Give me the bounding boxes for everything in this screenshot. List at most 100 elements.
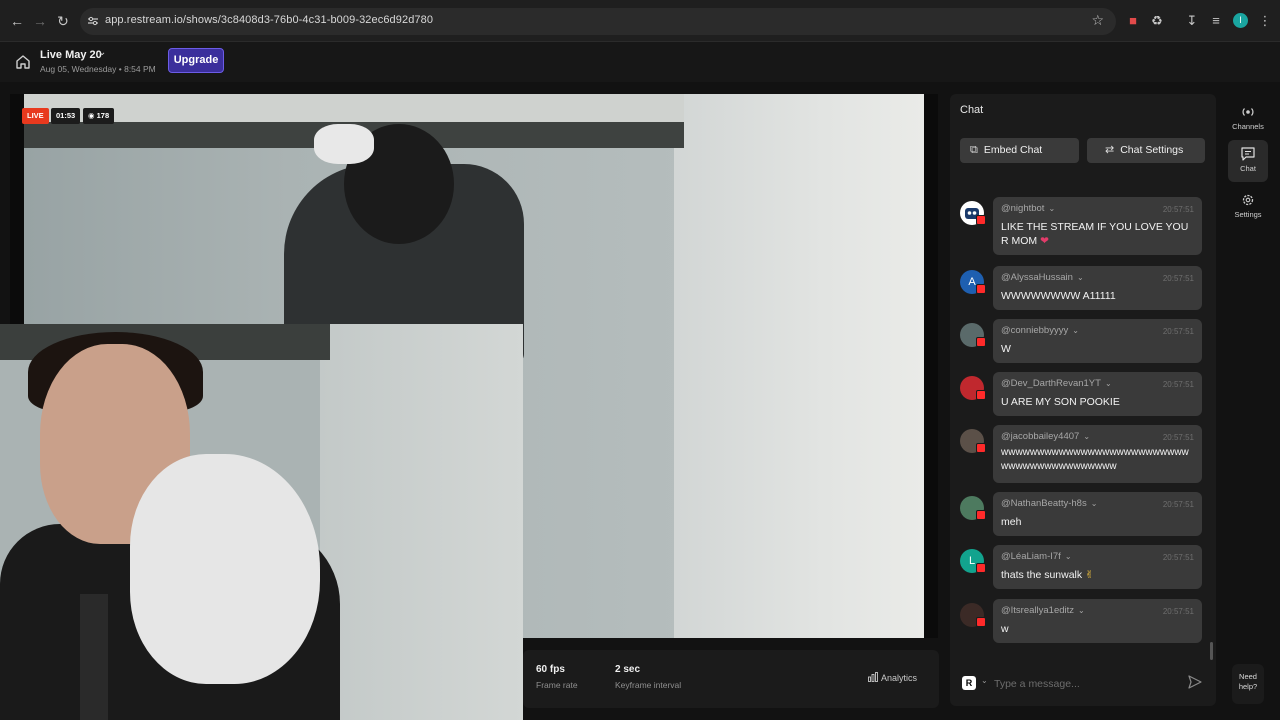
analytics-button[interactable]: Analytics — [868, 672, 917, 683]
rail-chat-label: Chat — [1240, 164, 1256, 173]
broadcast-icon — [1242, 108, 1254, 116]
message-text: LIKE THE STREAM IF YOU LOVE YOUR MOM ❤ — [1001, 221, 1189, 247]
chat-input-bar: R ⌄ — [950, 664, 1216, 706]
chat-message: @NathanBeatty-h8s ⌄ 20:57:51 meh — [958, 492, 1204, 536]
chat-title: Chat — [960, 104, 984, 116]
chevron-down-icon[interactable]: ⌄ — [98, 47, 106, 58]
message-time: 20:57:51 — [1162, 553, 1194, 562]
rail-channels-label: Channels — [1232, 122, 1264, 131]
chat-message: L @LéaLiam-I7f ⌄ 20:57:51 thats the sunwa… — [958, 545, 1204, 589]
right-rail: Channels Chat Settings — [1228, 94, 1268, 294]
chevron-down-icon[interactable]: ⌄ — [1072, 326, 1079, 335]
chat-icon — [1241, 147, 1255, 161]
message-bubble: @Itsreallya1editz ⌄ 20:57:51 w — [993, 599, 1202, 643]
message-text: U ARE MY SON POOKIE — [1001, 396, 1120, 408]
forward-arrow-icon[interactable]: → — [31, 12, 49, 30]
chat-message: A @AlyssaHussain ⌄ 20:57:51 WWWWWWWW A111… — [958, 266, 1204, 310]
elapsed-time-badge: 01:53 — [51, 108, 81, 124]
youtube-icon — [976, 563, 986, 573]
show-date: Aug 05, Wednesday • 8:54 PM — [40, 64, 156, 74]
restream-logo-icon[interactable]: R — [962, 676, 976, 690]
live-badge: LIVE — [22, 108, 49, 124]
chat-message: @Dev_DarthRevan1YT ⌄ 20:57:51 U ARE MY SO… — [958, 372, 1204, 416]
back-arrow-icon[interactable]: ← — [8, 12, 26, 30]
chevron-down-icon[interactable]: ⌄ — [1077, 273, 1084, 282]
chat-message-list[interactable]: @nightbot ⌄ 20:57:51 LIKE THE STREAM IF Y… — [950, 194, 1216, 654]
reload-icon[interactable]: ↻ — [54, 12, 72, 30]
home-icon[interactable] — [14, 53, 32, 71]
message-bubble: @AlyssaHussain ⌄ 20:57:51 WWWWWWWW A11111 — [993, 266, 1202, 310]
frame-rate-label: Frame rate — [536, 680, 578, 690]
viewer-count-badge: ◉ 178 — [83, 108, 115, 124]
need-help-button[interactable]: Need help? — [1232, 664, 1264, 704]
rail-channels[interactable]: Channels — [1228, 98, 1268, 140]
extension-icon[interactable]: ■ — [1124, 12, 1142, 30]
send-icon[interactable] — [1188, 675, 1202, 689]
browser-toolbar: ← → ↻ app.restream.io/shows/3c8408d3-76b… — [0, 0, 1280, 42]
profile-avatar[interactable]: I — [1233, 13, 1248, 28]
chevron-down-icon[interactable]: ⌄ — [1065, 552, 1072, 561]
message-text: w — [1001, 623, 1009, 635]
youtube-icon — [976, 284, 986, 294]
bar-chart-icon — [868, 672, 878, 682]
message-time: 20:57:51 — [1162, 500, 1194, 509]
url-text[interactable]: app.restream.io/shows/3c8408d3-76b0-4c31… — [105, 14, 433, 26]
site-settings-icon[interactable] — [87, 15, 99, 27]
chevron-down-icon[interactable]: ⌄ — [981, 676, 988, 685]
message-text: W — [1001, 343, 1011, 355]
address-bar[interactable]: app.restream.io/shows/3c8408d3-76b0-4c31… — [80, 8, 1116, 35]
video-wall-right — [674, 94, 924, 638]
download-icon[interactable]: ↧ — [1183, 12, 1201, 30]
rail-settings[interactable]: Settings — [1228, 186, 1268, 228]
app-root: ← → ↻ app.restream.io/shows/3c8408d3-76b… — [0, 0, 1280, 720]
chevron-down-icon[interactable]: ⌄ — [1078, 606, 1085, 615]
peace-hand-emoji-icon: ✌ — [1085, 569, 1094, 581]
message-text: thats the sunwalk ✌ — [1001, 569, 1094, 581]
message-text: meh — [1001, 516, 1022, 528]
chat-message: @jacobbailey4407 ⌄ 20:57:51 wwwwwwwwwwwww… — [958, 425, 1204, 483]
chat-settings-label: Chat Settings — [1120, 144, 1184, 156]
embed-chat-label: Embed Chat — [983, 144, 1043, 156]
webcam-person-tie — [80, 594, 108, 720]
chat-settings-button[interactable]: ⇄ Chat Settings — [1087, 138, 1205, 163]
browser-menu-icon[interactable]: ⋮ — [1256, 12, 1274, 30]
youtube-icon — [976, 510, 986, 520]
chevron-down-icon[interactable]: ⌄ — [1083, 432, 1090, 441]
webcam-wall — [320, 324, 523, 720]
viewer-count: 178 — [96, 111, 110, 120]
upgrade-button[interactable]: Upgrade — [168, 48, 224, 73]
webcam-person-glove — [130, 454, 320, 684]
media-controls-icon[interactable]: ≡ — [1207, 12, 1225, 30]
message-text: wwwwwwwwwwwwwwwwwwwwwwwwwwwwwwwwwwwwwwww… — [1001, 447, 1189, 472]
chevron-down-icon[interactable]: ⌄ — [1091, 499, 1098, 508]
youtube-icon — [976, 337, 986, 347]
youtube-icon — [976, 443, 986, 453]
embed-chat-button[interactable]: ⧉ Embed Chat — [960, 138, 1079, 163]
message-bubble: @jacobbailey4407 ⌄ 20:57:51 wwwwwwwwwwwww… — [993, 425, 1202, 483]
chevron-down-icon[interactable]: ⌄ — [1048, 204, 1055, 213]
help-label-line-1: Need — [1239, 672, 1257, 681]
message-time: 20:57:51 — [1162, 205, 1194, 214]
show-title[interactable]: Live May 20 — [40, 49, 102, 61]
youtube-icon — [976, 390, 986, 400]
message-text: WWWWWWWW A11111 — [1001, 290, 1116, 302]
stream-stats-bar: 60 fps Frame rate 2 sec Keyframe interva… — [523, 650, 939, 708]
frame-rate-value: 60 fps — [536, 664, 565, 675]
embed-icon: ⧉ — [970, 144, 978, 156]
extensions-puzzle-icon[interactable]: ♻ — [1148, 12, 1166, 30]
message-time: 20:57:51 — [1162, 327, 1194, 336]
message-bubble: @NathanBeatty-h8s ⌄ 20:57:51 meh — [993, 492, 1202, 536]
rail-settings-label: Settings — [1234, 210, 1262, 219]
youtube-icon — [976, 215, 986, 225]
keyframe-label: Keyframe interval — [615, 680, 682, 690]
message-bubble: @conniebbyyyy ⌄ 20:57:51 W — [993, 319, 1202, 363]
rail-chat[interactable]: Chat — [1228, 140, 1268, 182]
chevron-down-icon[interactable]: ⌄ — [1105, 379, 1112, 388]
bookmark-star-icon[interactable]: ☆ — [1091, 12, 1104, 29]
message-input[interactable] — [994, 674, 1174, 694]
youtube-icon — [976, 617, 986, 627]
keyframe-value: 2 sec — [615, 664, 641, 675]
chat-scrollbar[interactable] — [1210, 642, 1213, 660]
app-header: Live May 20 ⌄ Aug 05, Wednesday • 8:54 P… — [0, 42, 1280, 82]
message-bubble: @LéaLiam-I7f ⌄ 20:57:51 thats the sunwalk… — [993, 545, 1202, 589]
